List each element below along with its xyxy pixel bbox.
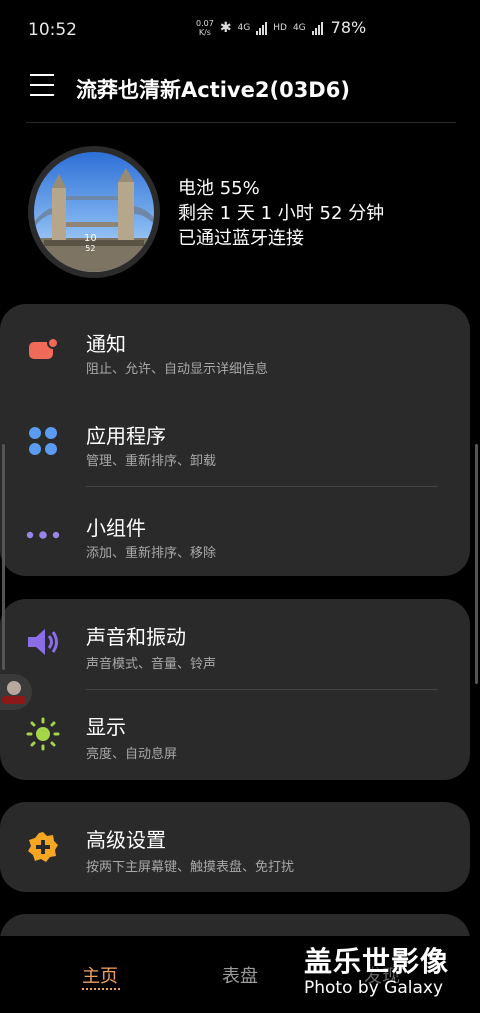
hamburger-line <box>30 84 54 86</box>
menu-item-sound[interactable]: 声音和振动 声音模式、音量、铃声 <box>0 599 470 689</box>
signal-icon <box>256 21 268 35</box>
watch-face-preview[interactable]: 10 52 <box>28 146 160 278</box>
sound-subtitle: 声音模式、音量、铃声 <box>86 657 217 672</box>
device-title: 流莽也清新Active2(03D6) <box>76 78 350 102</box>
widgets-subtitle: 添加、重新排序、移除 <box>86 546 217 561</box>
settings-card-3: 高级设置 按两下主屏幕键、触摸表盘、免打扰 <box>0 802 470 892</box>
advanced-settings-icon <box>26 830 60 864</box>
watch-connection: 已通过蓝牙连接 <box>178 228 304 249</box>
sound-title: 声音和振动 <box>86 625 186 649</box>
watch-battery: 电池 55% <box>178 178 260 199</box>
menu-item-widgets[interactable]: 小组件 添加、重新排序、移除 <box>0 486 470 576</box>
notifications-subtitle: 阻止、允许、自动显示详细信息 <box>86 362 269 377</box>
brightness-icon <box>26 717 60 751</box>
bluetooth-icon: ✱ <box>219 19 232 36</box>
tower-bridge-image <box>34 152 154 272</box>
display-subtitle: 亮度、自动息屏 <box>86 747 178 762</box>
settings-card-2: 声音和振动 声音模式、音量、铃声 显示 亮度、自动息屏 <box>0 599 470 780</box>
speaker-icon <box>26 625 60 659</box>
tab-home-indicator <box>82 988 120 990</box>
display-title: 显示 <box>86 715 126 739</box>
notification-icon <box>26 332 60 366</box>
network-speed-unit: K/s <box>198 27 211 37</box>
header-divider <box>26 122 456 123</box>
network-type-1: 4G <box>237 22 251 33</box>
menu-button[interactable] <box>30 74 54 96</box>
widgets-dots-icon <box>26 518 60 552</box>
apps-subtitle: 管理、重新排序、卸载 <box>86 454 217 469</box>
widgets-title: 小组件 <box>86 516 146 540</box>
status-icons: 0.07 K/s ✱ 4G HD 4G 78% <box>196 18 366 37</box>
network-speed: 0.07 K/s <box>196 19 214 37</box>
watch-info: 电池 55% 剩余 1 天 1 小时 52 分钟 已通过蓝牙连接 <box>178 176 384 251</box>
status-bar: 10:52 0.07 K/s ✱ 4G HD 4G 78% <box>0 0 480 60</box>
status-time: 10:52 <box>28 20 77 40</box>
settings-card-1: 通知 阻止、允许、自动显示详细信息 应用程序 管理、重新排序、卸载 小组件 添加… <box>0 304 470 576</box>
network-speed-value: 0.07 <box>196 18 214 28</box>
scrollbar-right[interactable] <box>475 444 478 684</box>
tab-watch-faces[interactable]: 表盘 <box>222 962 258 988</box>
apps-title: 应用程序 <box>86 424 166 448</box>
hamburger-icon <box>30 74 54 76</box>
network-type-2: 4G <box>292 22 306 33</box>
advanced-subtitle: 按两下主屏幕键、触摸表盘、免打扰 <box>86 860 295 875</box>
menu-item-display[interactable]: 显示 亮度、自动息屏 <box>0 689 470 779</box>
hd-voice-label: HD <box>273 22 287 33</box>
advanced-title: 高级设置 <box>86 828 166 852</box>
watermark-en: Photo by Galaxy <box>304 978 444 998</box>
photo-watermark: 盖乐世影像 Photo by Galaxy <box>304 940 449 998</box>
scrollbar-left[interactable] <box>2 444 5 670</box>
tab-home[interactable]: 主页 <box>82 962 118 988</box>
watermark-cn: 盖乐世影像 <box>304 945 450 978</box>
watch-remaining: 剩余 1 天 1 小时 52 分钟 <box>178 203 385 224</box>
menu-item-notifications[interactable]: 通知 阻止、允许、自动显示详细信息 <box>0 304 470 394</box>
watch-face-minute: 52 <box>85 244 96 253</box>
watch-face-image <box>34 152 154 272</box>
battery-percentage: 78% <box>330 18 367 37</box>
watch-face-time: 10 52 <box>84 234 97 254</box>
menu-item-advanced[interactable]: 高级设置 按两下主屏幕键、触摸表盘、免打扰 <box>0 802 470 892</box>
signal-icon-2 <box>311 21 323 35</box>
app-header: 流莽也清新Active2(03D6) <box>0 62 480 118</box>
menu-item-apps[interactable]: 应用程序 管理、重新排序、卸载 <box>0 396 470 486</box>
watch-face-hour: 10 <box>84 233 97 244</box>
watch-status-card[interactable]: 10 52 电池 55% 剩余 1 天 1 小时 52 分钟 已通过蓝牙连接 <box>28 146 448 286</box>
notifications-title: 通知 <box>86 332 126 356</box>
apps-grid-icon <box>26 424 60 458</box>
hamburger-line <box>30 94 54 96</box>
